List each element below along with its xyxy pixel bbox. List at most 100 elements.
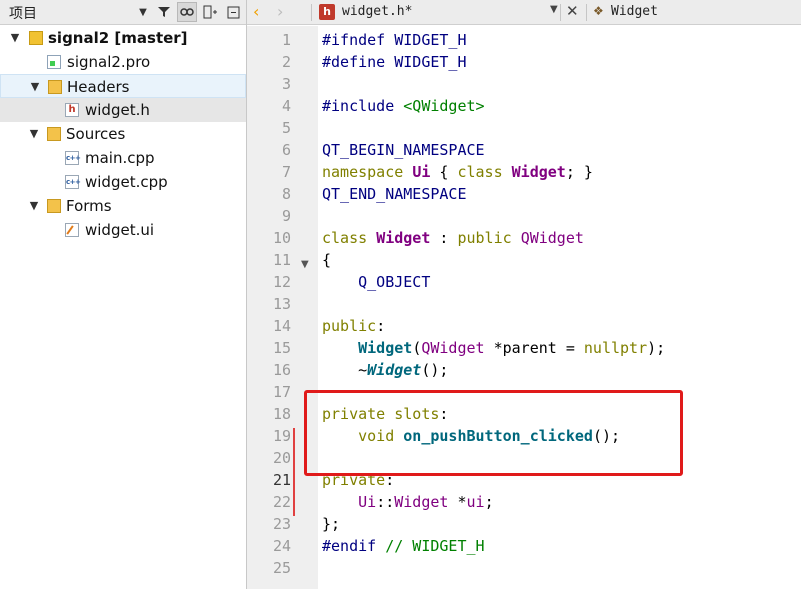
toolbar-divider [586, 4, 587, 21]
expand-arrow-icon[interactable]: ▼ [28, 75, 42, 99]
code-text[interactable]: #ifndef WIDGET_H #define WIDGET_H #inclu… [322, 29, 665, 579]
cpp-file-icon: c++ [65, 151, 81, 165]
line-number: 14 [272, 317, 291, 335]
code-line: QT_END_NAMESPACE [322, 183, 665, 205]
code-token: #define WIDGET_H [322, 53, 467, 71]
code-token: class [322, 229, 368, 247]
editor-toolbar: ‹ › h widget.h* ▼ ✕ ❖ Widget [247, 0, 801, 25]
code-token: nullptr [583, 339, 648, 357]
code-line: namespace Ui { class Widget; } [322, 161, 665, 183]
expand-arrow-icon[interactable]: ▼ [27, 122, 41, 146]
current-symbol[interactable]: Widget [611, 4, 658, 19]
modified-lines-marker [293, 428, 295, 516]
forms-folder-icon [47, 199, 61, 213]
code-editor: ‹ › h widget.h* ▼ ✕ ❖ Widget 1 2 3 4 5 6… [247, 0, 801, 589]
code-line: #endif // WIDGET_H [322, 535, 665, 557]
code-token: #endif [322, 537, 377, 555]
line-number: 2 [281, 53, 291, 71]
open-document-name[interactable]: widget.h* [342, 4, 412, 19]
code-token: :: [376, 493, 395, 511]
document-dropdown-icon[interactable]: ▼ [550, 4, 558, 15]
code-token: QWidget [421, 339, 485, 357]
tree-item-label: Sources [66, 125, 126, 143]
tree-item-headers[interactable]: ▼ Headers [0, 74, 246, 98]
code-line: }; [322, 513, 665, 535]
line-number: 13 [272, 295, 291, 313]
line-number: 23 [272, 515, 291, 533]
ui-file-icon [65, 223, 79, 237]
line-number: 6 [281, 141, 291, 159]
line-number: 12 [272, 273, 291, 291]
code-line: ~Widget(); [322, 359, 665, 381]
project-tree: ▼ signal2 [master] signal2.pro ▼ Headers… [0, 26, 246, 242]
code-token: Ui [412, 163, 431, 181]
class-symbol-icon: ❖ [593, 4, 604, 18]
code-token: Ui [358, 493, 377, 511]
tree-item-label: signal2 [master] [48, 29, 188, 47]
code-token: #include [322, 97, 404, 115]
tree-item-widget-h[interactable]: h widget.h [0, 98, 246, 122]
filter-icon[interactable] [154, 2, 174, 22]
link-editor-icon[interactable] [177, 2, 197, 22]
toolbar-divider [311, 4, 312, 21]
code-token: *parent = [484, 339, 584, 357]
code-token: ; } [565, 163, 593, 181]
nav-back-icon[interactable]: ‹ [253, 2, 259, 21]
line-number: 18 [272, 405, 291, 423]
code-token: : [430, 229, 458, 247]
tree-item-widget-ui[interactable]: widget.ui [0, 218, 246, 242]
code-token: ( [412, 339, 422, 357]
fold-marker-icon[interactable]: ▼ [301, 259, 309, 270]
tree-item-label: Headers [67, 78, 130, 96]
expand-arrow-icon[interactable]: ▼ [8, 26, 22, 50]
code-token: namespace [322, 163, 404, 181]
code-token: ui [466, 493, 485, 511]
tree-item-forms[interactable]: ▼ Forms [0, 194, 246, 218]
line-number: 17 [272, 383, 291, 401]
code-token: QT_BEGIN_NAMESPACE [322, 141, 485, 159]
code-token: <QWidget> [403, 97, 485, 115]
nav-forward-icon[interactable]: › [277, 2, 283, 21]
code-token: ; [484, 493, 494, 511]
cpp-file-icon: c++ [65, 175, 81, 189]
annotation-highlight-box [304, 390, 683, 476]
sources-folder-icon [47, 127, 61, 141]
line-number: 22 [272, 493, 291, 511]
panel-title: 项目 [9, 6, 37, 22]
code-line: public: [322, 315, 665, 337]
code-token: Widget [367, 361, 422, 379]
tree-item-label: signal2.pro [67, 53, 151, 71]
expand-arrow-icon[interactable]: ▼ [27, 194, 41, 218]
split-icon[interactable] [200, 2, 220, 22]
code-token: ~ [358, 361, 368, 379]
code-line: Widget(QWidget *parent = nullptr); [322, 337, 665, 359]
code-token: Widget [394, 493, 449, 511]
code-token: // WIDGET_H [376, 537, 485, 555]
project-panel: 项目 ▼ ▼ signal2 [master] signal2.pro ▼ He… [0, 0, 246, 589]
tree-item-pro[interactable]: signal2.pro [0, 50, 246, 74]
tree-item-main-cpp[interactable]: c++ main.cpp [0, 146, 246, 170]
tree-item-widget-cpp[interactable]: c++ widget.cpp [0, 170, 246, 194]
view-dropdown-icon[interactable]: ▼ [133, 2, 153, 22]
tree-item-project[interactable]: ▼ signal2 [master] [0, 26, 246, 50]
code-token: Widget [358, 339, 413, 357]
tree-item-sources[interactable]: ▼ Sources [0, 122, 246, 146]
line-number: 8 [281, 185, 291, 203]
code-line: #include <QWidget> [322, 95, 665, 117]
tree-item-label: widget.h [85, 101, 150, 119]
line-number: 5 [281, 119, 291, 137]
code-token: #ifndef WIDGET_H [322, 31, 467, 49]
pro-file-icon [47, 55, 61, 69]
code-token: * [448, 493, 467, 511]
tree-item-label: Forms [66, 197, 112, 215]
close-panel-icon[interactable] [223, 2, 243, 22]
line-number: 7 [281, 163, 291, 181]
code-token: (); [421, 361, 449, 379]
close-document-icon[interactable]: ✕ [566, 2, 579, 20]
code-line: class Widget : public QWidget [322, 227, 665, 249]
code-token: public [322, 317, 377, 335]
